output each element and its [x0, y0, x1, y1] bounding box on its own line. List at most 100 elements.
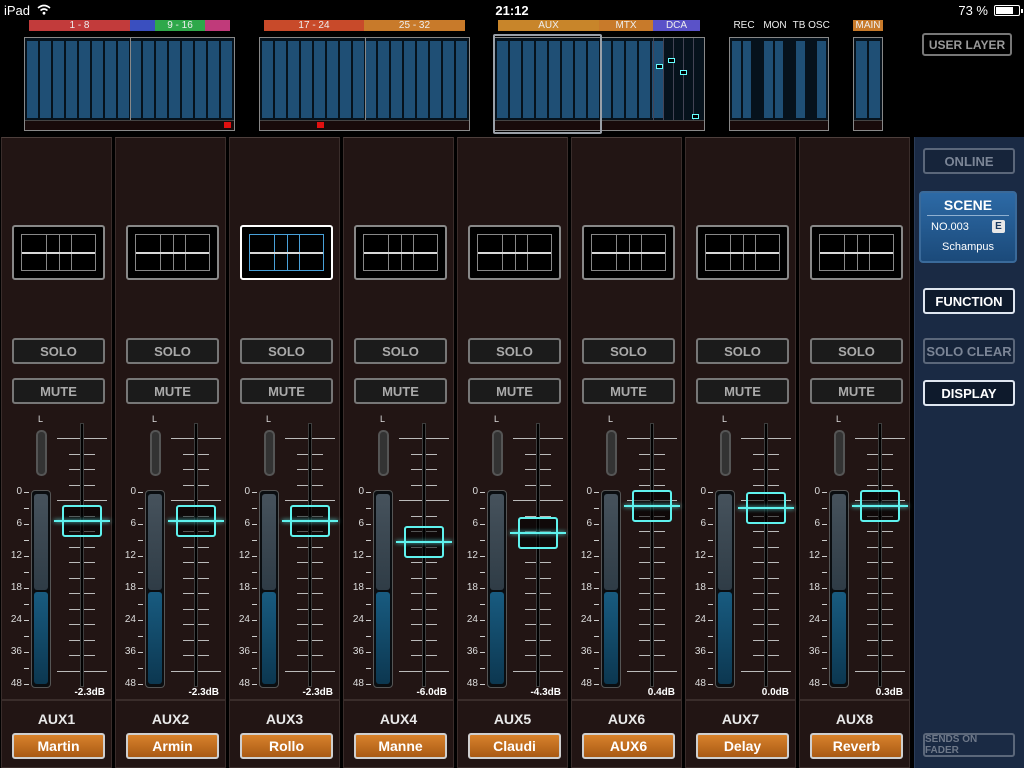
- eq-display[interactable]: [126, 225, 219, 280]
- fader-knob[interactable]: [510, 517, 566, 549]
- fader-knob[interactable]: [624, 490, 680, 522]
- fader-knob[interactable]: [282, 505, 338, 537]
- fader-track[interactable]: [651, 424, 653, 686]
- mute-button[interactable]: MUTE: [696, 378, 789, 404]
- channel-name-button[interactable]: Martin: [12, 733, 105, 759]
- mute-button[interactable]: MUTE: [354, 378, 447, 404]
- fader-knob[interactable]: [168, 505, 224, 537]
- pan-knob[interactable]: [264, 430, 275, 476]
- function-button[interactable]: FUNCTION: [923, 288, 1015, 314]
- channel-aux-label: AUX8: [835, 711, 874, 727]
- meter-scale-label: 0: [700, 486, 706, 497]
- online-button[interactable]: ONLINE: [923, 148, 1015, 174]
- bank-label-1-8[interactable]: 1 - 8: [29, 20, 130, 31]
- fader-track[interactable]: [309, 424, 311, 686]
- overview-bank-main[interactable]: [853, 37, 883, 131]
- pan-knob[interactable]: [378, 430, 389, 476]
- eq-display[interactable]: [810, 225, 903, 280]
- channel-name-button[interactable]: Manne: [354, 733, 447, 759]
- channel-aux-label: AUX2: [151, 711, 190, 727]
- mute-button[interactable]: MUTE: [126, 378, 219, 404]
- overview-bank-17-32[interactable]: [259, 37, 470, 131]
- fader-db-value: -2.3dB: [302, 687, 333, 698]
- peak-indicator: [224, 122, 231, 128]
- solo-button[interactable]: SOLO: [468, 338, 561, 364]
- solo-button[interactable]: SOLO: [696, 338, 789, 364]
- solo-clear-button[interactable]: SOLO CLEAR: [923, 338, 1015, 364]
- fader-track[interactable]: [537, 424, 539, 686]
- bank-label-main[interactable]: MAIN: [853, 20, 883, 31]
- channel-aux-label: AUX5: [493, 711, 532, 727]
- solo-button[interactable]: SOLO: [582, 338, 675, 364]
- eq-display[interactable]: [240, 225, 333, 280]
- solo-button[interactable]: SOLO: [240, 338, 333, 364]
- meter-scale-label: 48: [466, 678, 478, 689]
- solo-button[interactable]: SOLO: [810, 338, 903, 364]
- channel-name-button[interactable]: Delay: [696, 733, 789, 759]
- solo-button[interactable]: SOLO: [126, 338, 219, 364]
- eq-display[interactable]: [12, 225, 105, 280]
- bank-label-17-24[interactable]: 17 - 24: [264, 20, 364, 31]
- meter-scale-label: 36: [352, 646, 364, 657]
- bank-label-mon[interactable]: MON: [760, 20, 790, 31]
- pan-knob[interactable]: [36, 430, 47, 476]
- pan-knob[interactable]: [606, 430, 617, 476]
- user-layer-button[interactable]: USER LAYER: [922, 33, 1012, 56]
- channel-strip: SOLO MUTE L 0 6 12 18 24 36 48 -2.3dB: [1, 137, 112, 700]
- meter-scale: 0 6 12 18 24 36 48: [578, 486, 602, 696]
- channel-name-button[interactable]: Armin: [126, 733, 219, 759]
- channel-name-button[interactable]: Rollo: [240, 733, 333, 759]
- mute-button[interactable]: MUTE: [468, 378, 561, 404]
- bank-label-9-16[interactable]: 9 - 16: [130, 20, 230, 31]
- fader-track[interactable]: [195, 424, 197, 686]
- mute-button[interactable]: MUTE: [240, 378, 333, 404]
- mute-button[interactable]: MUTE: [582, 378, 675, 404]
- fader-db-value: -4.3dB: [530, 687, 561, 698]
- channel-name-button[interactable]: Reverb: [810, 733, 903, 759]
- meter-scale-label: 6: [358, 518, 364, 529]
- bank-label-tb[interactable]: TB: [792, 20, 806, 31]
- bank-label-osc[interactable]: OSC: [806, 20, 832, 31]
- channel-name-button[interactable]: AUX6: [582, 733, 675, 759]
- display-button[interactable]: DISPLAY: [923, 380, 1015, 406]
- eq-display[interactable]: [582, 225, 675, 280]
- eq-display[interactable]: [354, 225, 447, 280]
- channel-name-button[interactable]: Claudi: [468, 733, 561, 759]
- pan-knob[interactable]: [150, 430, 161, 476]
- solo-button[interactable]: SOLO: [12, 338, 105, 364]
- meter-scale-label: 48: [580, 678, 592, 689]
- fader-track[interactable]: [765, 424, 767, 686]
- pan-knob[interactable]: [492, 430, 503, 476]
- fader-knob[interactable]: [54, 505, 110, 537]
- overview-selection-frame[interactable]: [493, 34, 602, 134]
- fader-track[interactable]: [879, 424, 881, 686]
- eq-display[interactable]: [468, 225, 561, 280]
- fader-knob[interactable]: [738, 492, 794, 524]
- bank-label-25-32[interactable]: 25 - 32: [364, 20, 465, 31]
- meter-scale: 0 6 12 18 24 36 48: [692, 486, 716, 696]
- bank-label-rec[interactable]: REC: [731, 20, 757, 31]
- pan-knob[interactable]: [720, 430, 731, 476]
- bank-label-mtx[interactable]: MTX: [599, 20, 653, 31]
- scene-display[interactable]: SCENE NO.003 E Schampus: [919, 191, 1017, 263]
- overview-bank-rec-mon[interactable]: [729, 37, 829, 131]
- meter-scale-label: 0: [814, 486, 820, 497]
- sends-on-fader-button[interactable]: SENDS ON FADER: [923, 733, 1015, 757]
- pan-label: L: [836, 414, 842, 424]
- mute-button[interactable]: MUTE: [12, 378, 105, 404]
- eq-display[interactable]: [696, 225, 789, 280]
- overview-bank-1-16[interactable]: [24, 37, 235, 131]
- channel-aux-label: AUX1: [37, 711, 76, 727]
- solo-button[interactable]: SOLO: [354, 338, 447, 364]
- fader-knob[interactable]: [396, 526, 452, 558]
- mute-button[interactable]: MUTE: [810, 378, 903, 404]
- pan-label: L: [38, 414, 44, 424]
- bank-label-aux[interactable]: AUX: [498, 20, 599, 31]
- fader-track[interactable]: [81, 424, 83, 686]
- pan-knob[interactable]: [834, 430, 845, 476]
- bank-label-dca[interactable]: DCA: [653, 20, 700, 31]
- level-meter: [601, 490, 621, 688]
- meter-scale-label: 48: [238, 678, 250, 689]
- channel-overview[interactable]: 1 - 8 9 - 16 17 - 24 25 - 32 AUX MTX DCA…: [0, 20, 1024, 135]
- fader-knob[interactable]: [852, 490, 908, 522]
